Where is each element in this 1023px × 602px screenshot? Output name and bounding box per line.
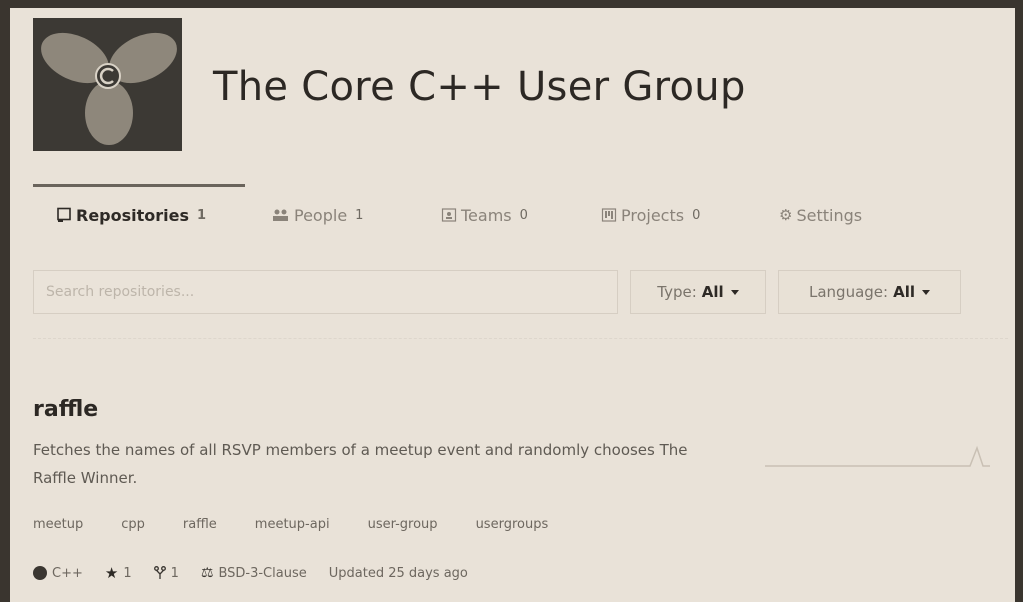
gear-icon: ⚙ xyxy=(779,206,793,224)
list-divider xyxy=(33,338,1008,339)
forks-count: 1 xyxy=(170,565,179,581)
search-repositories-input[interactable] xyxy=(33,270,618,314)
stars-count: 1 xyxy=(123,565,132,581)
caret-down-icon xyxy=(730,289,739,295)
star-icon: ★ xyxy=(104,564,119,582)
people-icon xyxy=(273,209,288,221)
tab-label: Teams xyxy=(461,205,512,225)
tab-count: 0 xyxy=(692,207,701,223)
repo-icon xyxy=(57,207,71,222)
language-color-icon xyxy=(33,566,47,580)
caret-down-icon xyxy=(922,289,930,295)
org-avatar xyxy=(33,18,182,151)
fork-icon xyxy=(153,566,166,579)
tab-projects[interactable]: Projects 0 xyxy=(601,203,700,227)
repo-meta: C++ ★ 1 1 ⚖ BSD-3-Clause Updated 25 days… xyxy=(33,564,490,582)
repo-name-link[interactable]: raffle xyxy=(33,396,993,424)
law-icon: ⚖ xyxy=(200,565,214,581)
activity-sparkline xyxy=(765,445,990,467)
tab-teams[interactable]: Teams 0 xyxy=(441,203,528,227)
license-label: BSD-3-Clause xyxy=(218,565,307,581)
language-filter-value: All xyxy=(893,283,915,301)
tab-count: 0 xyxy=(519,207,528,223)
tab-label: Repositories xyxy=(76,205,190,225)
type-filter-value: All xyxy=(701,283,724,301)
tab-repositories[interactable]: Repositories 1 xyxy=(56,203,206,227)
repo-updated: Updated 25 days ago xyxy=(328,565,468,581)
language-filter-label: Language: xyxy=(809,283,889,301)
active-tab-indicator xyxy=(33,184,245,187)
org-page: The Core C++ User Group Repositories 1 P… xyxy=(10,8,1015,602)
topic-tag[interactable]: meetup xyxy=(33,517,83,532)
repo-stars[interactable]: ★ 1 xyxy=(105,564,132,582)
type-filter-label: Type: xyxy=(657,283,697,301)
topic-tag[interactable]: raffle xyxy=(183,517,217,532)
tab-label: Settings xyxy=(796,205,863,225)
repo-forks[interactable]: 1 xyxy=(153,565,179,581)
repo-license: ⚖ BSD-3-Clause xyxy=(201,565,307,581)
type-filter-dropdown[interactable]: Type: All xyxy=(630,270,766,314)
tab-label: Projects xyxy=(621,205,685,225)
language-filter-dropdown[interactable]: Language: All xyxy=(778,270,961,314)
teams-icon xyxy=(441,208,457,222)
projects-icon xyxy=(601,208,617,222)
repo-description: Fetches the names of all RSVP members of… xyxy=(33,441,688,487)
topic-tag[interactable]: meetup-api xyxy=(255,517,330,532)
org-tabs: Repositories 1 People 1 Teams 0 Projects… xyxy=(33,184,993,244)
tab-label: People xyxy=(294,205,348,225)
org-title: The Core C++ User Group xyxy=(213,64,746,110)
tab-count: 1 xyxy=(197,207,207,223)
tab-settings[interactable]: ⚙ Settings xyxy=(779,203,862,227)
org-logo-icon xyxy=(41,32,177,145)
repo-topics: meetup cpp raffle meetup-api user-group … xyxy=(33,517,586,532)
tab-people[interactable]: People 1 xyxy=(272,203,363,227)
repo-language: C++ xyxy=(33,566,83,581)
tab-count: 1 xyxy=(355,207,364,223)
language-label: C++ xyxy=(52,565,83,581)
org-header: The Core C++ User Group xyxy=(33,18,993,153)
topic-tag[interactable]: cpp xyxy=(121,517,145,532)
topic-tag[interactable]: usergroups xyxy=(476,517,549,532)
topic-tag[interactable]: user-group xyxy=(368,517,438,532)
